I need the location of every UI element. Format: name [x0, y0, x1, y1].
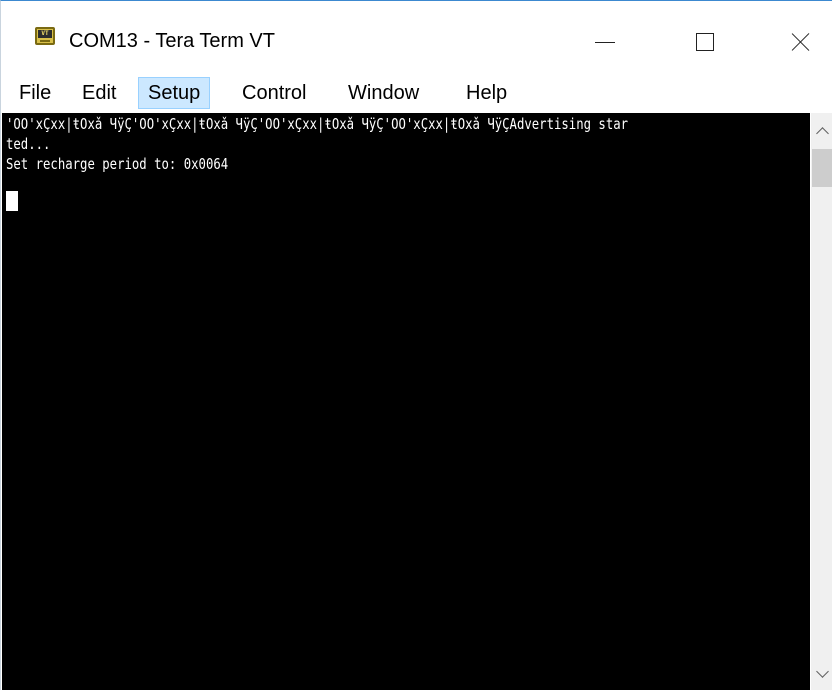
terminal-line: 'OO'xÇxx|ŧOxǎ ЧÿÇ'OO'xÇxx|ŧOxǎ ЧÿÇ'OO'xÇ… [6, 115, 629, 133]
window-title: COM13 - Tera Term VT [69, 30, 275, 52]
menu-help[interactable]: Help [457, 77, 516, 109]
chevron-down-icon [815, 664, 829, 678]
icon-screen: VT [38, 30, 52, 38]
menu-window[interactable]: Window [339, 77, 428, 109]
scroll-down-button[interactable] [811, 657, 832, 690]
terminal-output: 'OO'xÇxx|ŧOxǎ ЧÿÇ'OO'xÇxx|ŧOxǎ ЧÿÇ'OO'xÇ… [6, 114, 810, 174]
scroll-up-button[interactable] [811, 113, 832, 147]
menu-edit[interactable]: Edit [73, 77, 125, 109]
menu-bar: File Edit Setup Control Window Help [1, 75, 832, 111]
title-bar[interactable]: VT COM13 - Tera Term VT [1, 1, 832, 73]
terminal-line: Set recharge period to: 0x0064 [6, 155, 229, 173]
terminal-cursor [6, 191, 18, 211]
menu-file[interactable]: File [10, 77, 60, 109]
maximize-button[interactable] [675, 19, 735, 65]
terminal-line: ted... [6, 135, 51, 153]
minimize-icon [595, 41, 615, 43]
close-button[interactable] [771, 19, 831, 65]
icon-label: VT [41, 30, 49, 37]
tera-term-window: VT COM13 - Tera Term VT File Edit Setup … [0, 0, 832, 690]
menu-control[interactable]: Control [233, 77, 315, 109]
minimize-button[interactable] [575, 19, 635, 65]
scrollbar-thumb[interactable] [812, 149, 832, 187]
chevron-up-icon [815, 126, 829, 140]
menu-setup[interactable]: Setup [138, 77, 211, 109]
icon-base [40, 40, 50, 42]
close-icon [790, 31, 812, 53]
tera-term-icon[interactable]: VT [35, 27, 55, 45]
maximize-icon [696, 33, 714, 51]
vertical-scrollbar[interactable] [811, 113, 832, 690]
terminal-screen[interactable]: 'OO'xÇxx|ŧOxǎ ЧÿÇ'OO'xÇxx|ŧOxǎ ЧÿÇ'OO'xÇ… [2, 113, 810, 690]
